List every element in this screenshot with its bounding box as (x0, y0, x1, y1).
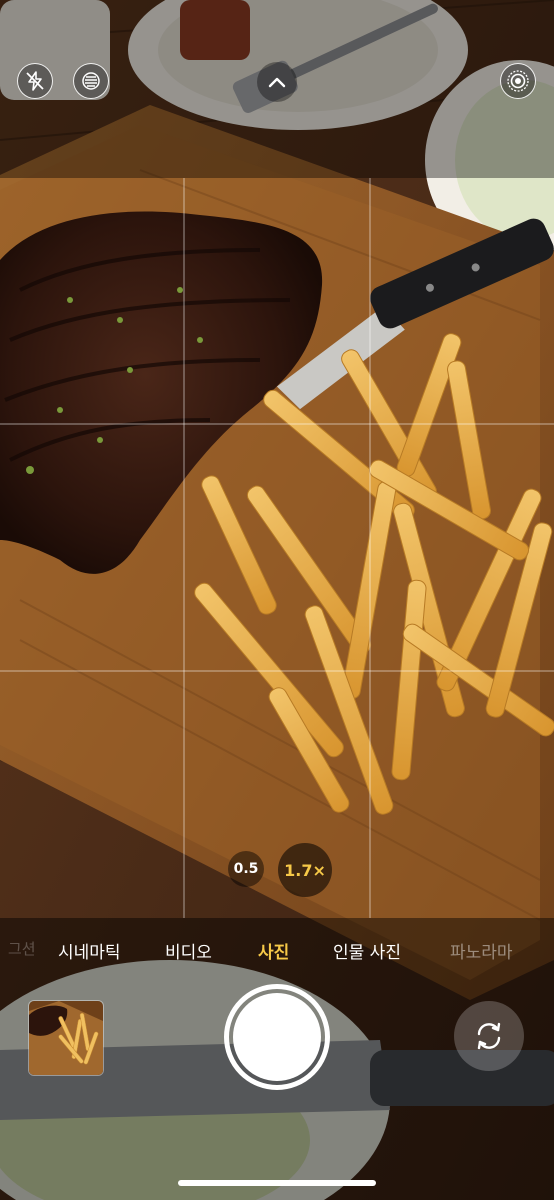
night-mode-button[interactable] (73, 63, 109, 99)
home-indicator[interactable] (178, 1180, 376, 1186)
mode-timelapse-partial[interactable]: 그션 (8, 938, 36, 959)
camera-flip-icon (477, 1022, 501, 1050)
zoom-0-5-button[interactable]: 0.5 (228, 851, 264, 887)
mode-video[interactable]: 비디오 (165, 938, 212, 963)
shutter-button[interactable] (224, 984, 330, 1090)
camera-flip-button[interactable] (454, 1001, 524, 1071)
live-photo-icon (507, 70, 529, 92)
controls-expand-button[interactable] (257, 62, 297, 102)
night-mode-icon (82, 72, 100, 90)
mode-cinematic[interactable]: 시네마틱 (58, 938, 121, 963)
zoom-1-7-button[interactable]: 1.7× (278, 843, 332, 897)
flash-button[interactable] (17, 63, 53, 99)
camera-mode-selector[interactable]: 그션 시네마틱 비디오 사진 인물 사진 파노라마 (0, 930, 554, 970)
live-photo-button[interactable] (500, 63, 536, 99)
thumbnail-image (29, 1001, 103, 1075)
last-photo-thumbnail[interactable] (28, 1000, 104, 1076)
mode-portrait[interactable]: 인물 사진 (333, 938, 401, 963)
shutter-inner (233, 993, 321, 1081)
mode-photo[interactable]: 사진 (258, 938, 289, 963)
flash-off-icon (26, 71, 44, 91)
chevron-up-icon (268, 77, 286, 88)
mode-panorama[interactable]: 파노라마 (450, 938, 513, 963)
